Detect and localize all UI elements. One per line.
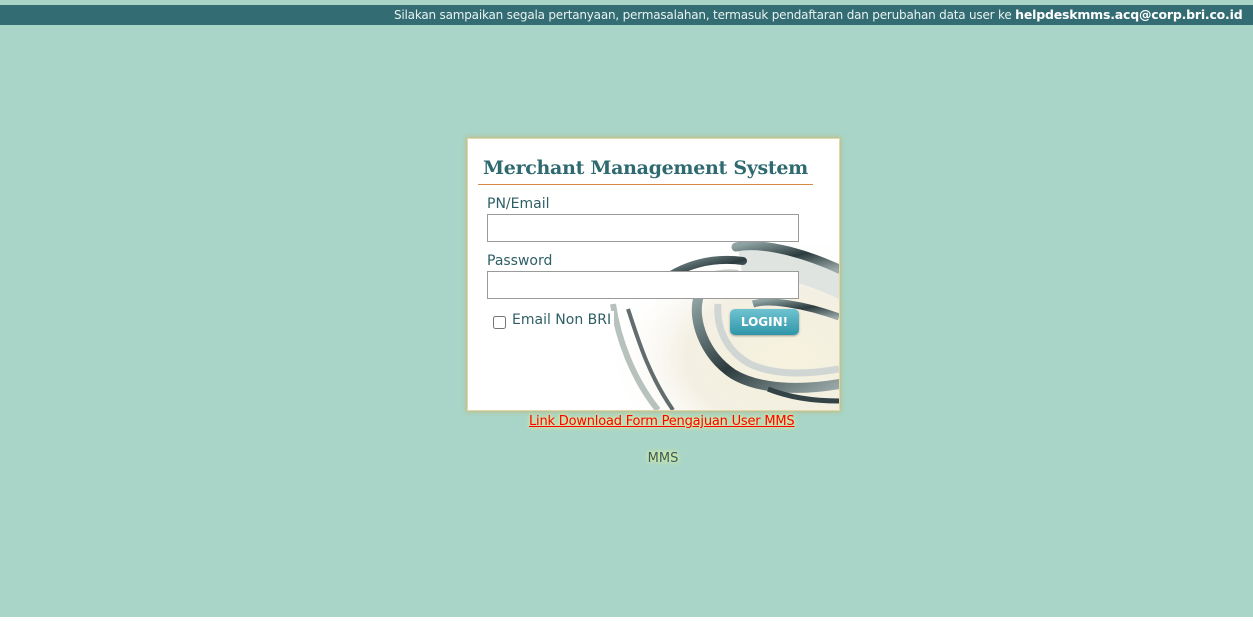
email-non-bri-label: Email Non BRI <box>510 311 615 329</box>
password-label: Password <box>487 253 553 269</box>
notice-text: Silakan sampaikan segala pertanyaan, per… <box>394 8 1012 22</box>
helpdesk-email: helpdeskmms.acq@corp.bri.co.id <box>1015 7 1243 22</box>
username-label: PN/Email <box>487 196 550 212</box>
page: Silakan sampaikan segala pertanyaan, per… <box>0 0 1253 621</box>
login-button[interactable]: LOGIN! <box>730 309 799 335</box>
password-input[interactable] <box>487 271 799 299</box>
app-title: Merchant Management System <box>483 157 808 179</box>
footer-label: MMS <box>647 451 679 466</box>
notice-message: Silakan sampaikan segala pertanyaan, per… <box>394 5 1243 25</box>
username-input[interactable] <box>487 214 799 242</box>
login-card: Merchant Management System PN/Email Pass… <box>467 138 840 411</box>
download-form-link[interactable]: Link Download Form Pengajuan User MMS <box>529 414 795 429</box>
email-non-bri-checkbox[interactable] <box>493 316 506 329</box>
title-divider <box>478 184 813 185</box>
notice-bar: Silakan sampaikan segala pertanyaan, per… <box>0 5 1253 25</box>
